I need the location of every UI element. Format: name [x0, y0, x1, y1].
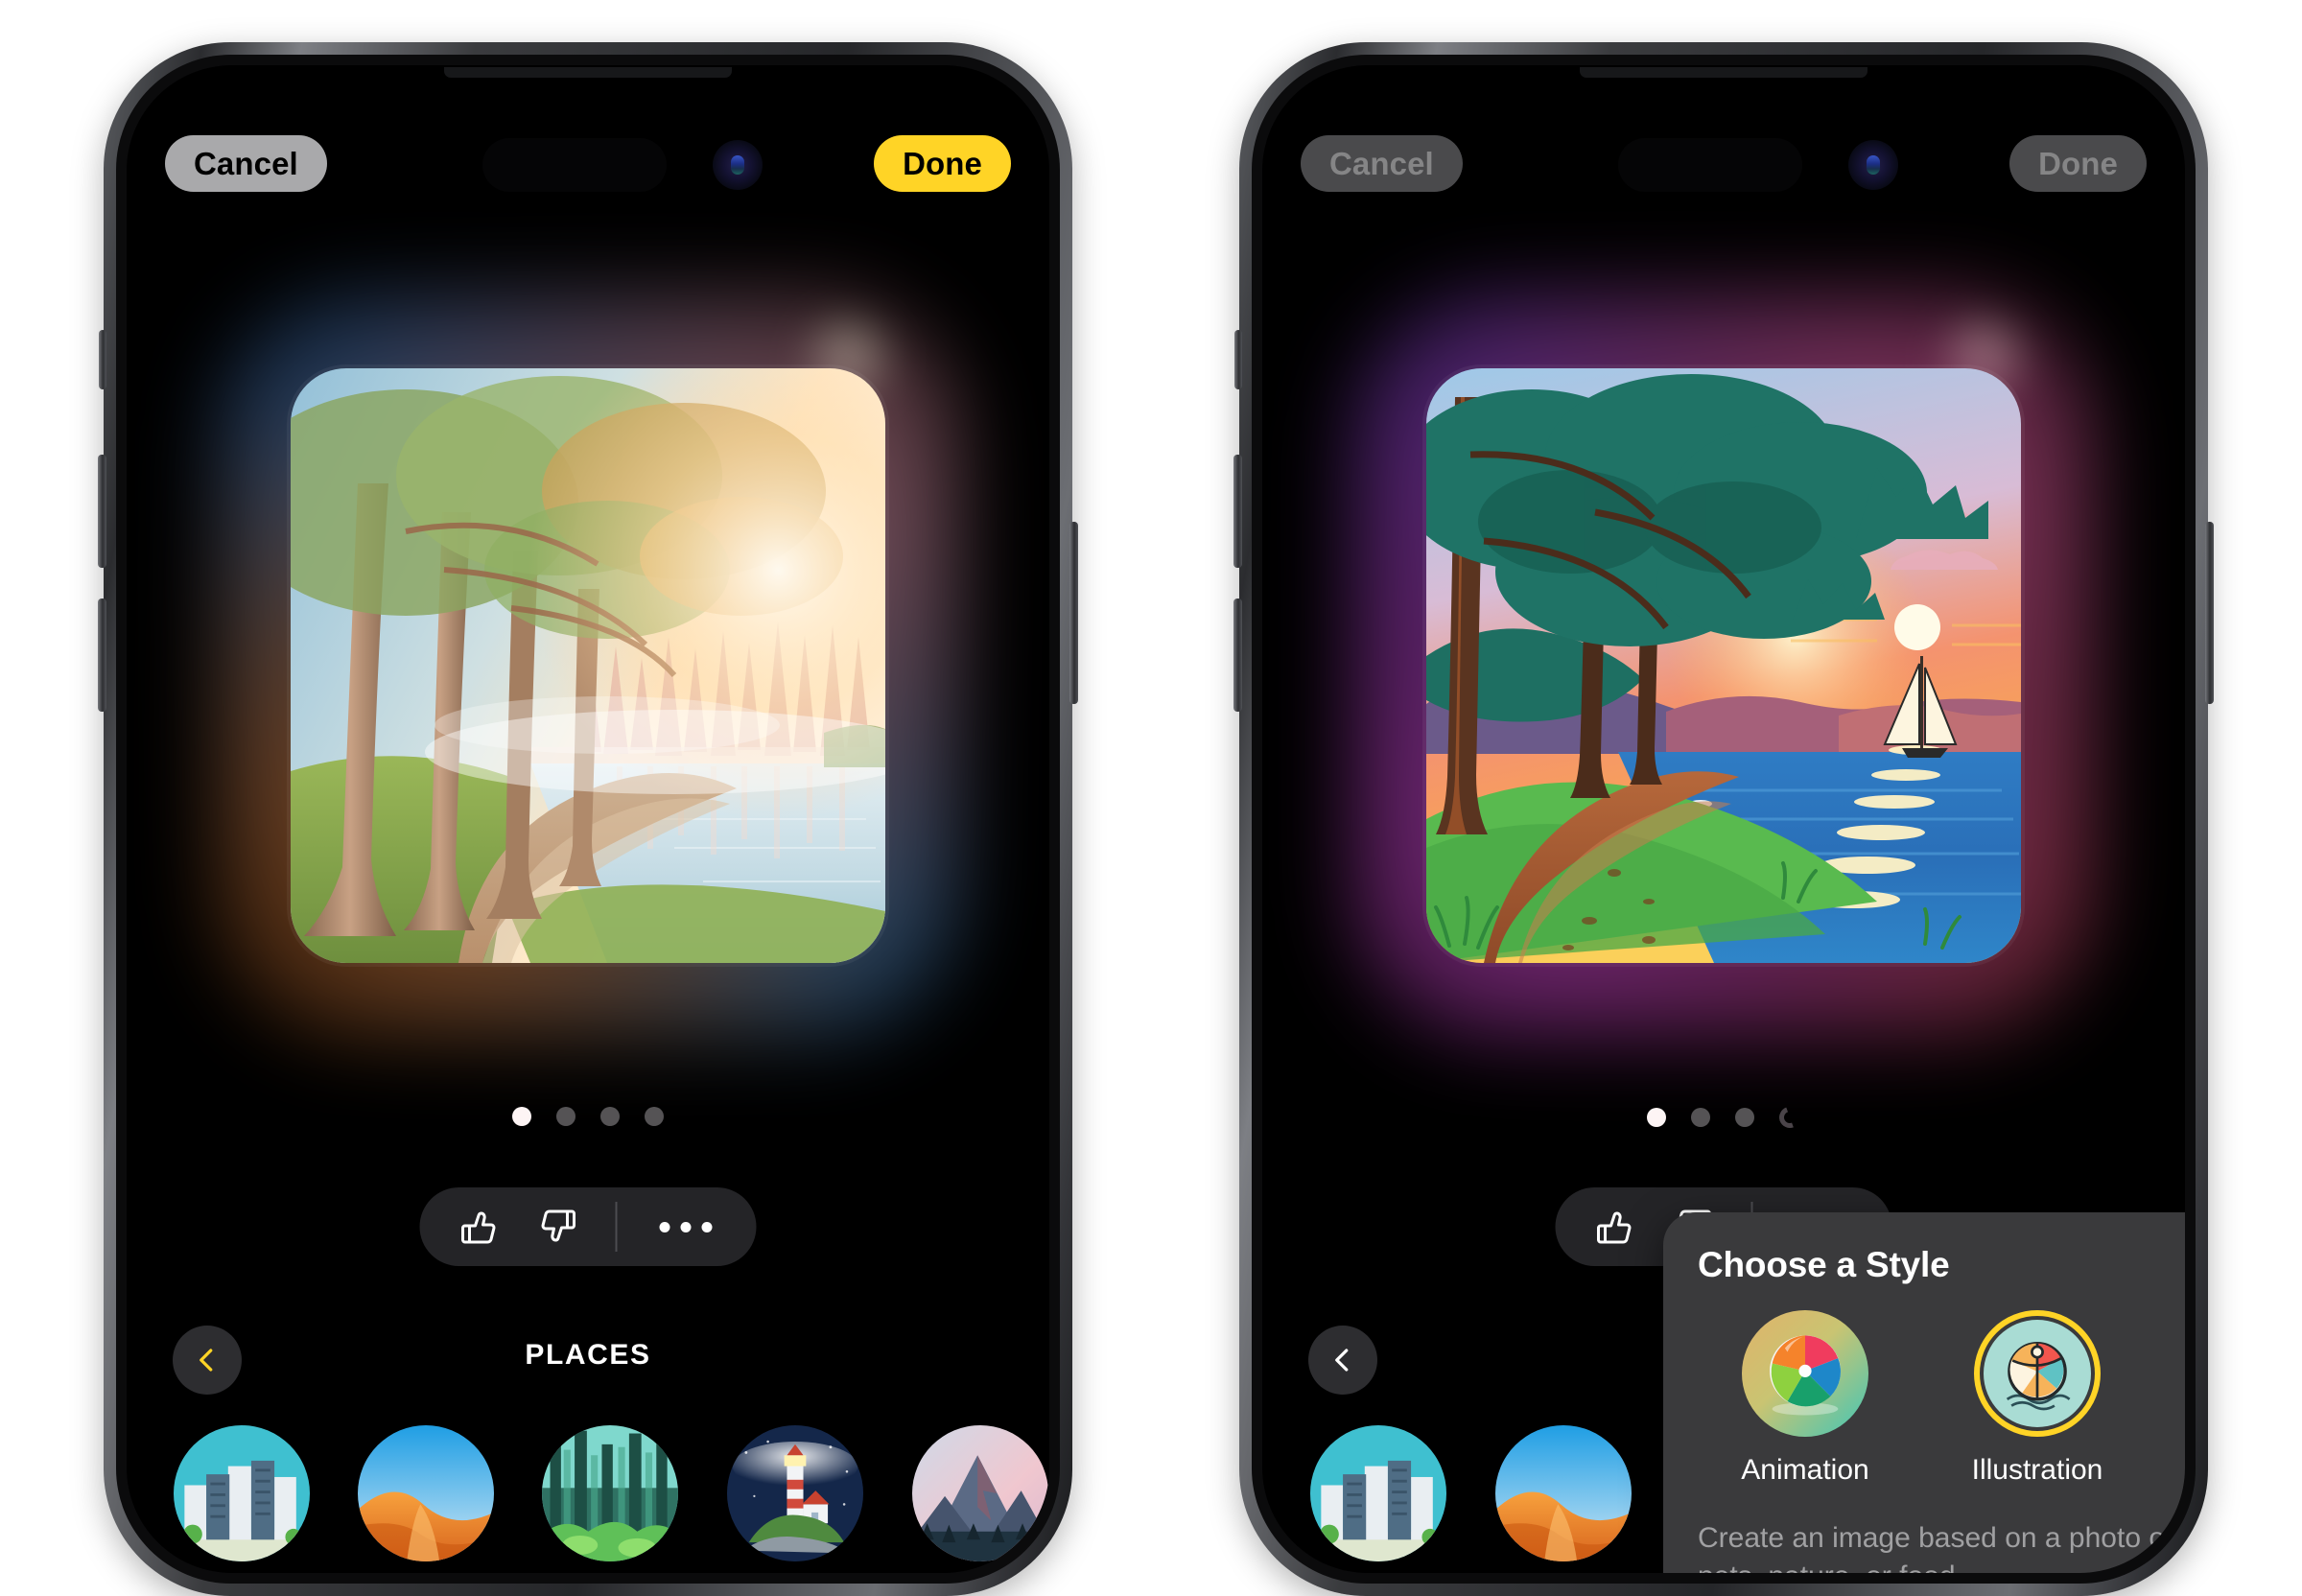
beachball-flat-icon	[1984, 1320, 2091, 1427]
screen-left: Cancel Done PLACES	[127, 65, 1049, 1573]
style-option-animation[interactable]: Animation	[1711, 1310, 1899, 1487]
category-thumb-forest	[542, 1425, 678, 1561]
volume-down-button-right[interactable]	[1233, 598, 1242, 712]
category-item-city[interactable]: City	[173, 1425, 311, 1573]
category-thumb-lighthouse	[726, 1425, 863, 1561]
thumbs-down-icon[interactable]	[531, 1200, 585, 1254]
popup-title: Choose a Style	[1698, 1245, 1950, 1284]
style-label: Illustration	[1971, 1454, 2103, 1486]
page-indicator-left[interactable]	[512, 1107, 664, 1126]
category-thumb-mountains	[911, 1425, 1048, 1561]
feedback-action-bar-left	[419, 1187, 757, 1266]
category-item-desert[interactable]: Desert	[1493, 1425, 1633, 1573]
generated-image-left[interactable]	[291, 368, 885, 963]
page-dot[interactable]	[556, 1107, 576, 1126]
silent-switch-right[interactable]	[1234, 330, 1242, 389]
phone-right: Cancel Done Choose a Style Animation Ill…	[1233, 42, 2214, 1596]
category-section-left: PLACES	[127, 1312, 1049, 1573]
phone-bezel-right: Cancel Done Choose a Style Animation Ill…	[1252, 55, 2196, 1584]
category-header-left: PLACES	[127, 1312, 1049, 1416]
phone-bezel-left: Cancel Done PLACES	[116, 55, 1060, 1584]
action-divider	[615, 1202, 618, 1252]
category-item-city[interactable]: City	[1308, 1425, 1447, 1573]
screen-right: Cancel Done Choose a Style Animation Ill…	[1262, 65, 2185, 1573]
power-button-left[interactable]	[1069, 522, 1078, 704]
category-item-desert[interactable]: Desert	[357, 1425, 495, 1573]
volume-up-button-right[interactable]	[1233, 455, 1242, 568]
generated-image-container-left[interactable]	[216, 293, 960, 1038]
phone-left: Cancel Done PLACES	[98, 42, 1078, 1596]
cancel-button[interactable]: Cancel	[1301, 134, 1463, 192]
volume-down-button-left[interactable]	[98, 598, 106, 712]
style-thumb-wrap-illustration	[1974, 1310, 2101, 1437]
page-indicator-right[interactable]	[1647, 1103, 1804, 1132]
done-button[interactable]: Done	[874, 134, 1011, 192]
generated-image-right[interactable]	[1426, 368, 2021, 963]
page-dot[interactable]	[1735, 1108, 1754, 1127]
top-bar-left: Cancel Done	[127, 132, 1049, 194]
category-item-forest[interactable]: Forest	[541, 1425, 679, 1573]
page-dot[interactable]	[1691, 1108, 1710, 1127]
page-dot[interactable]	[512, 1107, 531, 1126]
page-dot[interactable]	[645, 1107, 664, 1126]
generated-image-container-right[interactable]	[1351, 293, 2096, 1038]
category-thumb-desert	[358, 1425, 494, 1561]
category-title: PLACES	[525, 1339, 651, 1371]
thumbs-up-icon[interactable]	[453, 1200, 506, 1254]
category-list-left[interactable]: City	[127, 1425, 1049, 1573]
earpiece-speaker-right	[1580, 67, 1867, 78]
style-thumb-wrap-animation	[1742, 1310, 1868, 1437]
category-thumb-city	[1309, 1425, 1446, 1561]
category-item-lighthouse[interactable]: Lighthouse	[725, 1425, 864, 1573]
cancel-button[interactable]: Cancel	[165, 134, 327, 192]
power-button-right[interactable]	[2205, 522, 2214, 704]
category-thumb-desert	[1494, 1425, 1632, 1561]
style-options-list: Animation Illustration	[1698, 1310, 2185, 1487]
page-dot[interactable]	[600, 1107, 620, 1126]
screenshot-stage: Cancel Done PLACES Cancel Done Choose a …	[0, 0, 2302, 1596]
more-options-icon[interactable]	[648, 1221, 724, 1232]
back-button[interactable]	[1308, 1326, 1377, 1395]
choose-a-style-popup: Choose a Style Animation Illustration Cr…	[1663, 1212, 2185, 1573]
silent-switch-left[interactable]	[99, 330, 106, 389]
category-item-mountains[interactable]: Mountains	[910, 1425, 1049, 1573]
style-option-illustration[interactable]: Illustration	[1943, 1310, 2131, 1487]
done-button[interactable]: Done	[2009, 134, 2147, 192]
thumbs-up-icon[interactable]	[1588, 1200, 1642, 1254]
beachball-3d-icon	[1742, 1310, 1868, 1437]
style-description: Create an image based on a photo of pets…	[1698, 1522, 2173, 1573]
style-label: Animation	[1741, 1454, 1869, 1486]
earpiece-speaker-left	[444, 67, 732, 78]
category-thumb-city	[174, 1425, 310, 1561]
page-dot[interactable]	[1647, 1108, 1666, 1127]
volume-up-button-left[interactable]	[98, 455, 106, 568]
top-bar-right: Cancel Done	[1262, 132, 2185, 194]
loading-spinner-icon	[1775, 1103, 1804, 1132]
